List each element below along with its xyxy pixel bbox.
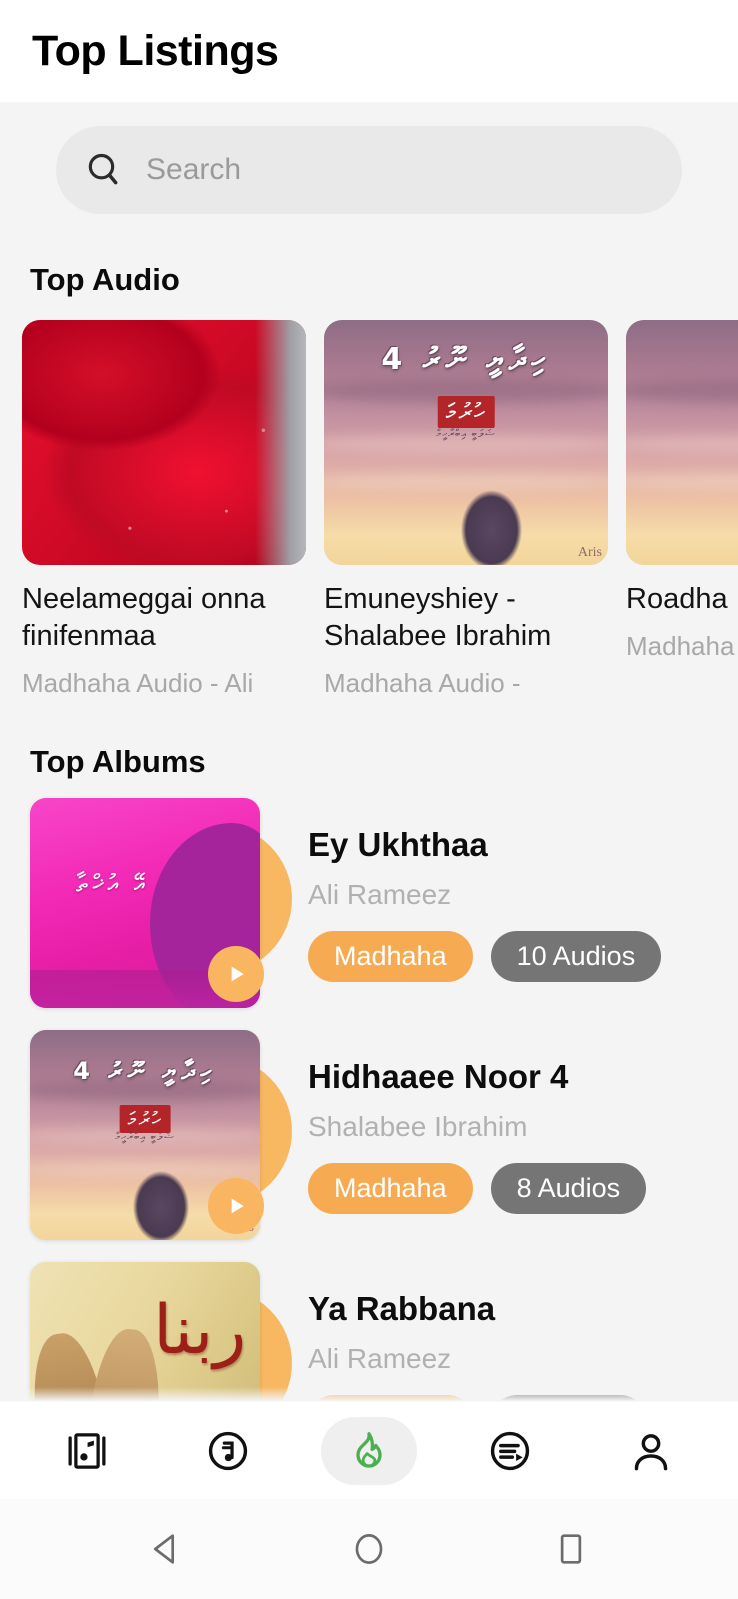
pink-sunset-sky-photo: 4 (626, 320, 738, 565)
artwork-thaana-title: ހިދާޔީ ނޫރު 4 (73, 1057, 217, 1086)
top-albums-list: އޭ އުޚްތާ Ey Ukhthaa Ali Rameez Madhaha … (0, 780, 738, 1401)
audio-card[interactable]: ހިދާޔީ ނޫރު 4 ހުރުމަ ޝަލަބީ އިބްރާހީމް A… (324, 320, 608, 700)
play-button[interactable] (208, 945, 264, 1002)
flame-icon (356, 1431, 382, 1468)
audio-artwork: 4 (626, 320, 738, 565)
album-badges: Madhaha 8 Audios (308, 1163, 708, 1215)
audio-artwork: ހިދާޔީ ނޫރު 4 ހުރުމަ ޝަލަބީ އިބްރާހީމް A… (324, 320, 608, 565)
circle-home-icon (355, 1534, 383, 1564)
genre-badge[interactable]: Madhaha (308, 931, 473, 983)
play-icon (231, 1198, 244, 1214)
audio-title: Emuneyshiey - Shalabee Ibrahim (324, 583, 552, 653)
praying-hands-cover: ربنا (30, 1261, 260, 1401)
audio-artwork (22, 320, 306, 565)
search-bar[interactable] (56, 126, 682, 214)
section-title-top-audio: Top Audio (30, 262, 180, 297)
album-artist: Ali Rameez (308, 1342, 452, 1374)
artwork-thaana-title: ހިދާޔީ ނޫރު 4 (381, 342, 551, 378)
android-recents-button[interactable] (535, 1513, 607, 1585)
android-back-button[interactable] (131, 1513, 203, 1585)
play-icon (231, 966, 244, 982)
audio-subtitle: Madhaha Audio - Ali (22, 668, 254, 699)
audio-card[interactable]: Neelameggai onna finifenmaa Madhaha Audi… (22, 320, 306, 700)
album-artist: Shalabee Ibrahim (308, 1110, 528, 1142)
library-music-icon (68, 1432, 106, 1469)
app-header: Top Listings (0, 0, 738, 102)
genre-badge[interactable]: Madhaha (308, 1163, 473, 1215)
artwork-thaana-subtitle: ޝަލަބީ އިބްރާހީމް (115, 1130, 175, 1143)
search-input[interactable] (146, 153, 654, 187)
person-icon (635, 1433, 668, 1470)
audio-title: Roadha (626, 583, 728, 615)
search-icon (88, 153, 118, 185)
nav-item-playlists[interactable] (462, 1417, 558, 1485)
search-section (0, 102, 738, 214)
scroll-content[interactable]: Top Audio Neelameggai onna finifenmaa Ma… (0, 102, 738, 1401)
album-info: Ya Rabbana Ali Rameez Madhaha 8 Audios (308, 1262, 708, 1401)
album-artwork-wrapper: އޭ އުޚްތާ (30, 797, 292, 1008)
nav-item-profile[interactable] (603, 1417, 699, 1485)
album-name: Ey Ukhthaa (308, 825, 488, 863)
artwork-thaana-subtitle: ޝަލަބީ އިބްރާހީމް (436, 427, 496, 440)
album-artist: Ali Rameez (308, 878, 452, 910)
artwork-watermark: Aris (577, 545, 602, 560)
nav-item-albums[interactable] (39, 1417, 135, 1485)
pink-sunset-sky-photo: ހިދާޔީ ނޫރު 4 ހުރުމަ ޝަލަބީ އިބްރާހީމް A… (324, 320, 608, 565)
audio-note-circle-icon (208, 1431, 247, 1470)
nav-item-trending[interactable] (320, 1416, 417, 1485)
red-rose-photo (22, 320, 306, 565)
album-row[interactable]: ربنا Ya Rabbana Ali Rameez Madhaha 8 A (0, 1261, 738, 1401)
audio-subtitle: Madhaha Audio - (324, 668, 521, 699)
square-recents-icon (560, 1534, 582, 1564)
album-row[interactable]: އޭ އުޚްތާ Ey Ukhthaa Ali Rameez Madhaha … (0, 797, 738, 1008)
artwork-thaana-title: 4 (626, 342, 738, 377)
album-artwork-wrapper: ربنا (30, 1261, 292, 1401)
android-system-navigation (0, 1499, 738, 1599)
artwork-arabic-text: ربنا (153, 1291, 247, 1371)
album-name: Ya Rabbana (308, 1289, 496, 1327)
artwork-logo: ހުރުމަ (437, 395, 495, 428)
triangle-back-icon (153, 1534, 175, 1564)
artwork-logo: ހުރުމަ (119, 1105, 171, 1134)
album-info: Hidhaaee Noor 4 Shalabee Ibrahim Madhaha… (308, 1030, 708, 1215)
album-info: Ey Ukhthaa Ali Rameez Madhaha 10 Audios (308, 798, 708, 983)
album-artwork-wrapper: ހިދާޔީ ނޫރު 4 ހުރުމަ ޝަލަބީ އިބްރާހީމް A… (30, 1029, 292, 1240)
album-artwork: ربنا (30, 1261, 260, 1401)
audio-subtitle: Madhaha (626, 631, 735, 662)
top-audio-carousel[interactable]: Neelameggai onna finifenmaa Madhaha Audi… (0, 298, 738, 700)
section-title-top-albums: Top Albums (30, 743, 206, 779)
playlist-play-circle-icon (490, 1431, 530, 1470)
audio-title: Neelameggai onna finifenmaa (22, 583, 266, 653)
audio-count-badge: 10 Audios (490, 931, 662, 983)
app-screen: Top Listings Top Audio Neelameggai onna … (0, 0, 738, 1599)
play-button[interactable] (208, 1177, 264, 1234)
audio-count-badge: 8 Audios (490, 1163, 647, 1215)
page-title: Top Listings (32, 26, 279, 75)
album-badges: Madhaha 10 Audios (308, 931, 708, 983)
android-home-button[interactable] (333, 1513, 405, 1585)
nav-item-audios[interactable] (180, 1417, 276, 1485)
bottom-navigation-bar (0, 1401, 738, 1499)
artwork-thaana-title: އޭ އުޚްތާ (75, 869, 150, 899)
album-name: Hidhaaee Noor 4 (308, 1057, 569, 1095)
audio-card[interactable]: 4 Roadha Madhaha (626, 320, 738, 700)
album-row[interactable]: ހިދާޔީ ނޫރު 4 ހުރުމަ ޝަލަބީ އިބްރާހީމް A… (0, 1029, 738, 1240)
